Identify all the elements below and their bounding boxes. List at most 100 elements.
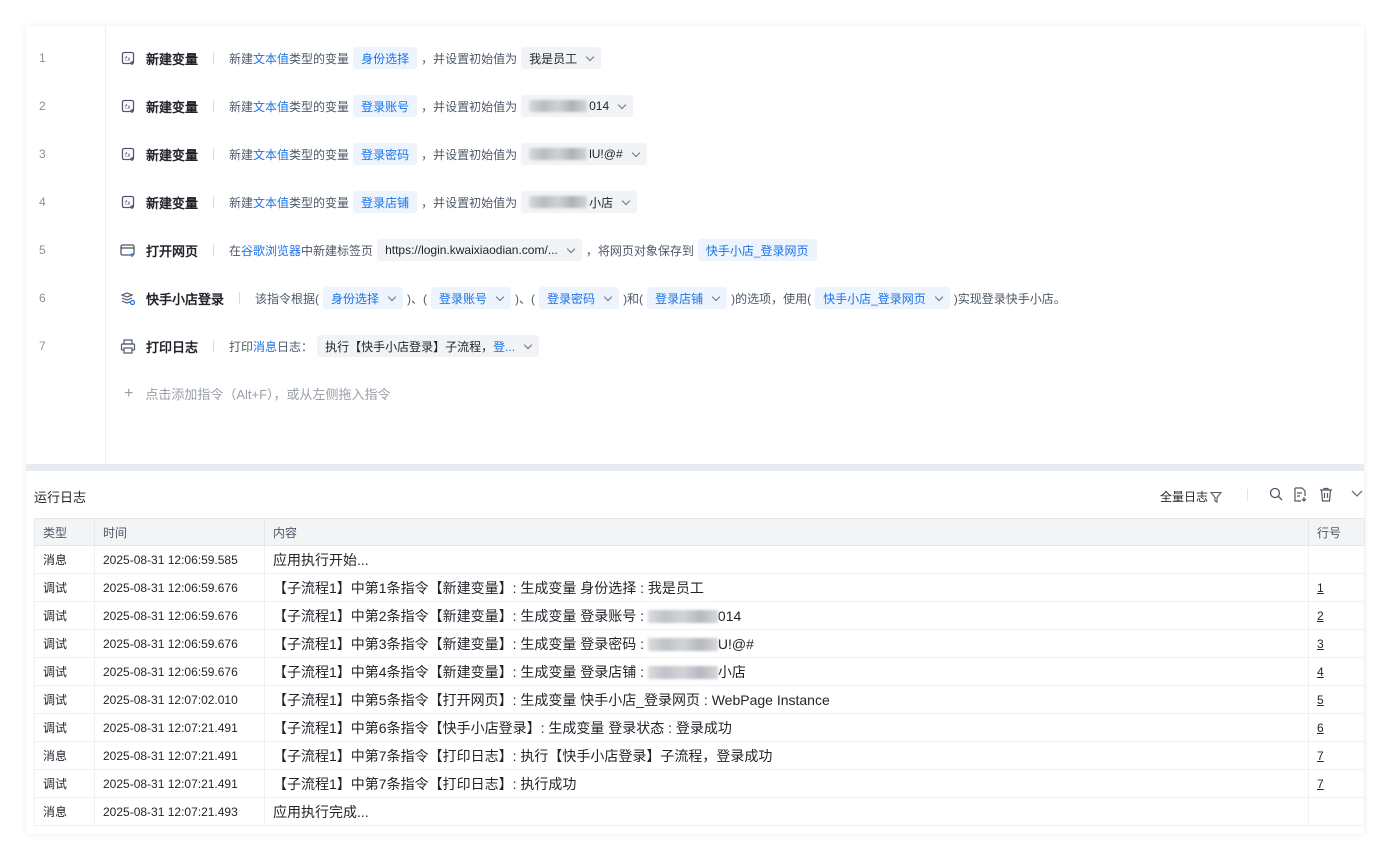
line-link[interactable]: 2 <box>1317 609 1324 623</box>
command-row-3[interactable]: fx 新建变量 新建 文本值 类型的变量 登录密码 ，并设置初始值为 lU!@# <box>120 142 651 166</box>
line-link[interactable]: 1 <box>1317 581 1324 595</box>
param-text: 身份选择 <box>331 291 380 306</box>
log-row[interactable]: 调试 2025-08-31 12:07:02.010 【子流程1】中第5条指令【打开… <box>34 685 1365 714</box>
chevron-down-icon <box>934 292 944 301</box>
line-link[interactable]: 5 <box>1317 693 1324 707</box>
log-row[interactable]: 调试 2025-08-31 12:07:21.491 【子流程1】中第6条指令【快手… <box>34 713 1365 742</box>
line-link[interactable]: 3 <box>1317 637 1324 651</box>
value-select[interactable]: 我是员工 <box>521 47 602 69</box>
command-name: 新建变量 <box>146 195 199 211</box>
type-keyword[interactable]: 文本值 <box>253 98 289 115</box>
redacted-value <box>529 196 588 208</box>
param-select[interactable]: 登录密码 <box>539 287 620 309</box>
export-log-icon[interactable] <box>1291 485 1309 503</box>
log-row[interactable]: 调试 2025-08-31 12:06:59.676 【子流程1】中第4条指令【新建… <box>34 657 1365 686</box>
value-select[interactable]: 014 <box>521 95 634 117</box>
log-row[interactable]: 调试 2025-08-31 12:06:59.676 【子流程1】中第3条指令【新建… <box>34 629 1365 658</box>
text: ，并设置初始值为 <box>421 51 518 66</box>
divider <box>213 100 215 112</box>
type-keyword[interactable]: 文本值 <box>253 50 289 67</box>
line-link[interactable]: 6 <box>1317 721 1324 735</box>
param-select[interactable]: 登录账号 <box>431 287 512 309</box>
variable-chip[interactable]: 登录店铺 <box>353 191 418 213</box>
command-row-5[interactable]: 打开网页 在谷歌浏览器 中新建标签页 https://login.kwaixiao… <box>120 238 821 262</box>
text: 该指令根据( <box>255 291 320 306</box>
svg-text:fx: fx <box>125 152 131 159</box>
browser-icon <box>120 242 136 258</box>
panel-splitter[interactable] <box>26 464 1364 471</box>
command-name: 新建变量 <box>146 147 199 163</box>
log-row[interactable]: 消息 2025-08-31 12:07:21.491 【子流程1】中第7条指令【打印… <box>34 741 1365 770</box>
text: )和( <box>623 291 644 306</box>
collapse-chevron-icon[interactable] <box>1348 485 1366 503</box>
column-header-line[interactable]: 行号 <box>1308 518 1365 546</box>
command-row-4[interactable]: fx 新建变量 新建 文本值 类型的变量 登录店铺 ，并设置初始值为 小店 <box>120 190 641 214</box>
log-row[interactable]: 消息 2025-08-31 12:06:59.585 应用执行开始... <box>34 545 1365 574</box>
text: )、( <box>407 291 428 306</box>
value-text: 014 <box>589 99 610 113</box>
log-row[interactable]: 调试 2025-08-31 12:07:21.491 【子流程1】中第7条指令【打印… <box>34 769 1365 798</box>
log-line <box>1308 545 1365 574</box>
command-row-1[interactable]: fx 新建变量 新建 文本值 类型的变量 身份选择 ，并设置初始值为 我是员工 <box>120 46 605 70</box>
toolbar-divider <box>1247 489 1248 501</box>
text: 类型的变量 <box>289 51 350 66</box>
log-content: 【子流程1】中第2条指令【新建变量】: 生成变量 登录账号 : 014 <box>264 601 1309 630</box>
column-header-type[interactable]: 类型 <box>34 518 95 546</box>
command-row-2[interactable]: fx 新建变量 新建 文本值 类型的变量 登录账号 ，并设置初始值为 014 <box>120 94 637 118</box>
subflow-icon <box>120 290 136 306</box>
trash-icon[interactable] <box>1317 485 1335 503</box>
text: 类型的变量 <box>289 99 350 114</box>
type-keyword[interactable]: 文本值 <box>253 146 289 163</box>
log-type: 调试 <box>34 601 95 630</box>
app-frame: 1 2 3 4 5 6 7 fx 新建变量 新建 文本值 类型的变量 身份选择 ，并… <box>26 26 1366 834</box>
command-row-7[interactable]: 打印日志 打印 消息 日志： 执行【快手小店登录】子流程， 登... <box>120 334 543 358</box>
variable-chip[interactable]: 快手小店_登录网页 <box>697 239 817 261</box>
value-select[interactable]: 小店 <box>521 191 638 213</box>
log-type: 调试 <box>34 629 95 658</box>
log-filter-button[interactable]: 全量日志 <box>1160 488 1223 505</box>
line-link[interactable]: 7 <box>1317 749 1324 763</box>
log-type: 消息 <box>34 797 95 826</box>
variable-chip[interactable]: 登录账号 <box>353 95 418 117</box>
param-text: 登录账号 <box>439 291 488 306</box>
command-row-6[interactable]: 快手小店登录 该指令根据( 身份选择 )、( 登录账号 )、( 登录密码 )和(… <box>120 286 1066 310</box>
log-content: 应用执行完成... <box>264 797 1309 826</box>
log-time: 2025-08-31 12:07:02.010 <box>94 685 265 714</box>
log-content: 【子流程1】中第1条指令【新建变量】: 生成变量 身份选择 : 我是员工 <box>264 573 1309 602</box>
param-select[interactable]: 快手小店_登录网页 <box>815 287 950 309</box>
param-select[interactable]: 身份选择 <box>323 287 404 309</box>
search-icon[interactable] <box>1267 485 1285 503</box>
column-header-content[interactable]: 内容 <box>264 518 1309 546</box>
browser-keyword[interactable]: 谷歌浏览器 <box>241 242 301 259</box>
type-keyword[interactable]: 文本值 <box>253 194 289 211</box>
column-header-time[interactable]: 时间 <box>94 518 265 546</box>
log-row[interactable]: 消息 2025-08-31 12:07:21.493 应用执行完成... <box>34 797 1365 826</box>
param-text: 登录店铺 <box>655 291 704 306</box>
line-link[interactable]: 7 <box>1317 777 1324 791</box>
add-command-hint[interactable]: + 点击添加指令（Alt+F），或从左侧拖入指令 <box>124 384 391 403</box>
log-line <box>1308 797 1365 826</box>
line-number: 6 <box>39 291 46 305</box>
divider <box>213 340 215 352</box>
divider <box>213 148 215 160</box>
chevron-down-icon <box>631 148 640 157</box>
command-name: 快手小店登录 <box>146 291 225 307</box>
variable-chip[interactable]: 登录密码 <box>353 143 418 165</box>
chevron-down-icon <box>387 292 397 301</box>
param-select[interactable]: 登录店铺 <box>647 287 728 309</box>
log-level-keyword[interactable]: 消息 <box>253 338 277 355</box>
log-content-tail: 小店 <box>717 663 746 680</box>
log-row[interactable]: 调试 2025-08-31 12:06:59.676 【子流程1】中第1条指令【新建… <box>34 573 1365 602</box>
variable-chip[interactable]: 身份选择 <box>353 47 418 69</box>
log-row[interactable]: 调试 2025-08-31 12:06:59.676 【子流程1】中第2条指令【新建… <box>34 601 1365 630</box>
url-select[interactable]: https://login.kwaixiaodian.com/... <box>377 239 582 261</box>
message-select[interactable]: 执行【快手小店登录】子流程， 登... <box>317 335 540 357</box>
text: 中新建标签页 <box>301 243 374 258</box>
log-content: 【子流程1】中第7条指令【打印日志】: 执行【快手小店登录】子流程，登录成功 <box>264 741 1309 770</box>
line-link[interactable]: 4 <box>1317 665 1324 679</box>
log-time: 2025-08-31 12:07:21.491 <box>94 741 265 770</box>
log-time: 2025-08-31 12:07:21.491 <box>94 713 265 742</box>
chevron-down-icon <box>617 100 627 109</box>
plus-icon: + <box>124 384 134 402</box>
value-select[interactable]: lU!@# <box>521 143 647 165</box>
